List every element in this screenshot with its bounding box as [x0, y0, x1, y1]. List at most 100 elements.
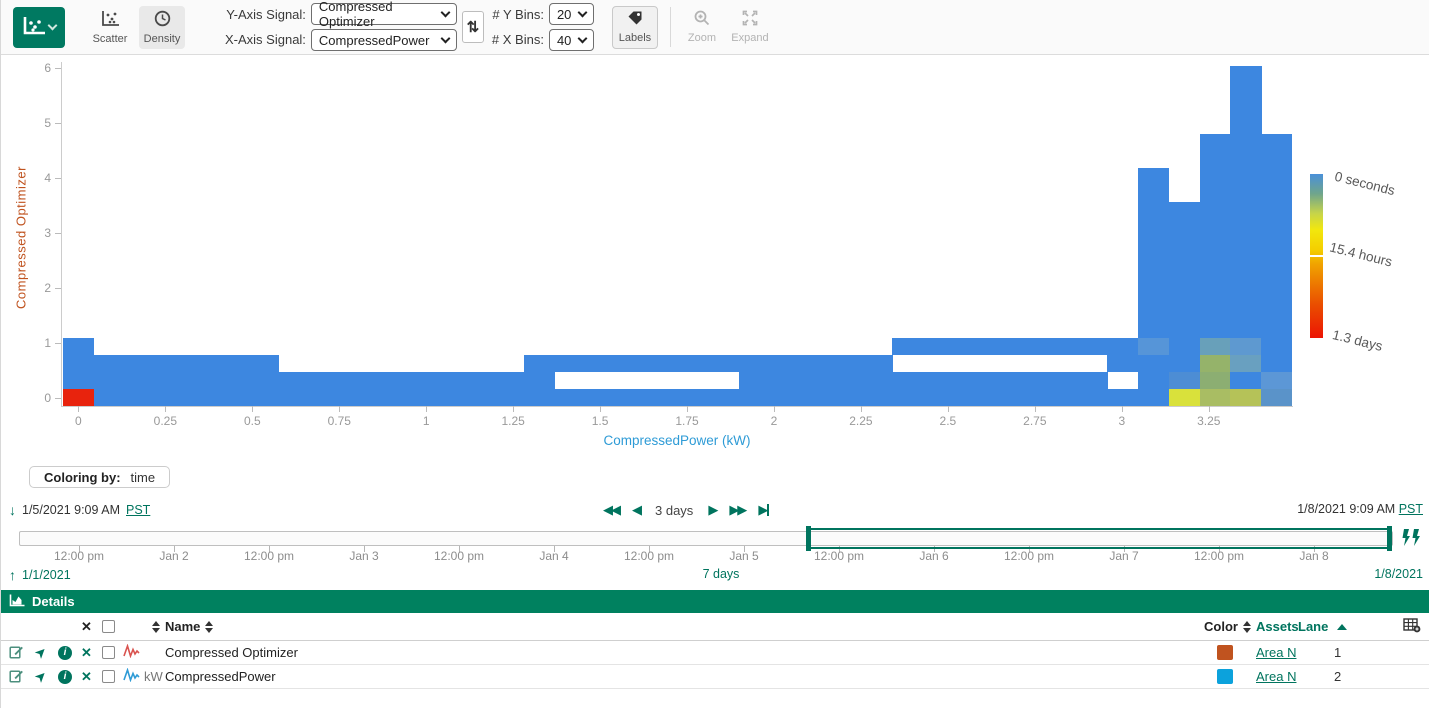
- heatmap-cell: [1138, 304, 1169, 322]
- selection-right-handle[interactable]: [1387, 526, 1392, 551]
- item-unit: kW: [144, 669, 163, 684]
- step-forward-full-button[interactable]: ▶▶: [729, 500, 745, 520]
- heatmap-cell: [616, 389, 647, 407]
- timeline-tick-label: Jan 2: [139, 549, 209, 563]
- x-tick-label: 3.25: [1179, 414, 1239, 428]
- x-bins-select[interactable]: 40: [549, 29, 594, 51]
- heatmap-cell: [1200, 151, 1231, 169]
- send-to-lane-icon[interactable]: ➤: [31, 642, 51, 662]
- sort-type-button[interactable]: [152, 621, 160, 633]
- x-bins-value: 40: [557, 33, 571, 48]
- info-icon[interactable]: i: [58, 670, 72, 684]
- step-to-now-button[interactable]: ▶: [758, 500, 769, 520]
- heatmap-cell: [247, 355, 278, 373]
- heatmap-cell: [309, 372, 340, 390]
- heatmap-cell: [1138, 321, 1169, 339]
- asset-link[interactable]: Area N: [1256, 645, 1296, 660]
- send-to-lane-icon[interactable]: ➤: [31, 666, 51, 686]
- y-tick-label: 1: [25, 336, 51, 350]
- y-tick: [55, 123, 61, 124]
- timeline-tick-label: Jan 7: [1089, 549, 1159, 563]
- y-bins-select[interactable]: 20: [549, 3, 594, 25]
- auto-update-icon[interactable]: [1400, 528, 1424, 552]
- step-back-half-button[interactable]: ◀: [632, 500, 640, 520]
- row-checkbox[interactable]: [102, 646, 115, 659]
- labels-button[interactable]: Labels: [612, 6, 658, 49]
- select-all-checkbox[interactable]: [102, 620, 115, 633]
- scatter-mode-button[interactable]: Scatter: [87, 6, 133, 49]
- heatmap-cell: [1138, 202, 1169, 220]
- chart-type-menu-button[interactable]: [13, 7, 65, 48]
- item-name[interactable]: CompressedPower: [165, 669, 276, 684]
- heatmap-cell: [1261, 304, 1292, 322]
- x-tick: [165, 406, 166, 412]
- sort-color-button[interactable]: [1243, 621, 1251, 633]
- edit-properties-icon[interactable]: [9, 668, 24, 686]
- timeline-tick-label: 12:00 pm: [994, 549, 1064, 563]
- row-checkbox[interactable]: [102, 670, 115, 683]
- legend-label-min: 0 seconds: [1333, 169, 1396, 198]
- x-axis-signal-select[interactable]: CompressedPower: [311, 29, 457, 51]
- heatmap-cell: [923, 372, 954, 390]
- heatmap-cell: [1200, 287, 1231, 305]
- tag-icon: [627, 10, 643, 29]
- y-tick-label: 2: [25, 281, 51, 295]
- chevron-down-icon: [440, 7, 450, 17]
- swap-axes-button[interactable]: ⇅: [462, 11, 484, 43]
- timeline-selection-region[interactable]: [806, 528, 1392, 549]
- density-mode-button[interactable]: Density: [139, 6, 185, 49]
- range-start-datetime: 1/5/2021 9:09 AM: [22, 503, 120, 517]
- heatmap-cell: [1230, 236, 1261, 254]
- lane-sort-asc-icon[interactable]: [1337, 624, 1347, 630]
- zoom-button[interactable]: Zoom: [679, 6, 725, 49]
- color-swatch[interactable]: [1217, 669, 1233, 684]
- selection-left-handle[interactable]: [806, 526, 811, 551]
- details-panel-header[interactable]: Details: [1, 590, 1429, 613]
- x-axis-signal-label: X-Axis Signal:: [225, 32, 306, 47]
- x-tick: [1035, 406, 1036, 412]
- heatmap-cell: [217, 389, 248, 407]
- add-column-icon[interactable]: [1403, 618, 1421, 636]
- heatmap-cell: [708, 355, 739, 373]
- item-name[interactable]: Compressed Optimizer: [165, 645, 298, 660]
- table-row-compressed-optimizer: ➤ i ✕ Compressed Optimizer Area N 1: [1, 641, 1429, 665]
- coloring-by-button[interactable]: Coloring by: time: [29, 466, 170, 488]
- x-tick: [426, 406, 427, 412]
- asset-link[interactable]: Area N: [1256, 669, 1296, 684]
- remove-item-button[interactable]: ✕: [81, 645, 92, 661]
- timeline-tick-label: Jan 3: [329, 549, 399, 563]
- heatmap-cell: [1261, 270, 1292, 288]
- remove-item-button[interactable]: ✕: [81, 669, 92, 685]
- sort-name-button[interactable]: [205, 621, 213, 633]
- timeline-tick-label: 12:00 pm: [424, 549, 494, 563]
- y-tick-label: 3: [25, 226, 51, 240]
- edit-properties-icon[interactable]: [9, 644, 24, 662]
- heatmap-cell: [1169, 219, 1200, 237]
- heatmap-cell: [1015, 338, 1046, 356]
- step-back-full-button[interactable]: ◀◀: [603, 500, 619, 520]
- heatmap-cell: [800, 372, 831, 390]
- x-bins-label: # X Bins:: [492, 32, 544, 47]
- zoom-label: Zoom: [688, 32, 716, 44]
- legend-mid-tick: [1310, 255, 1323, 257]
- heatmap-cell: [401, 389, 432, 407]
- step-forward-half-button[interactable]: ▶: [708, 500, 716, 520]
- info-icon[interactable]: i: [58, 646, 72, 660]
- heatmap-cell: [339, 389, 370, 407]
- heatmap-cell: [370, 389, 401, 407]
- coloring-by-label: Coloring by:: [44, 470, 121, 485]
- expand-button[interactable]: Expand: [727, 6, 773, 49]
- heatmap-cell: [1261, 236, 1292, 254]
- range-start-timezone-link[interactable]: PST: [126, 503, 150, 517]
- heatmap-cell: [524, 355, 555, 373]
- range-end-timezone-link[interactable]: PST: [1399, 502, 1423, 516]
- heatmap-cell: [1230, 372, 1261, 390]
- heatmap-cell: [1261, 219, 1292, 237]
- heatmap-cell: [1169, 321, 1200, 339]
- y-axis-signal-select[interactable]: Compressed Optimizer: [311, 3, 457, 25]
- heatmap-cell: [739, 372, 770, 390]
- remove-all-button[interactable]: ✕: [81, 619, 92, 635]
- table-row-compressedpower: ➤ i ✕ kW CompressedPower Area N 2: [1, 665, 1429, 689]
- color-swatch[interactable]: [1217, 645, 1233, 660]
- y-bins-label: # Y Bins:: [492, 7, 544, 22]
